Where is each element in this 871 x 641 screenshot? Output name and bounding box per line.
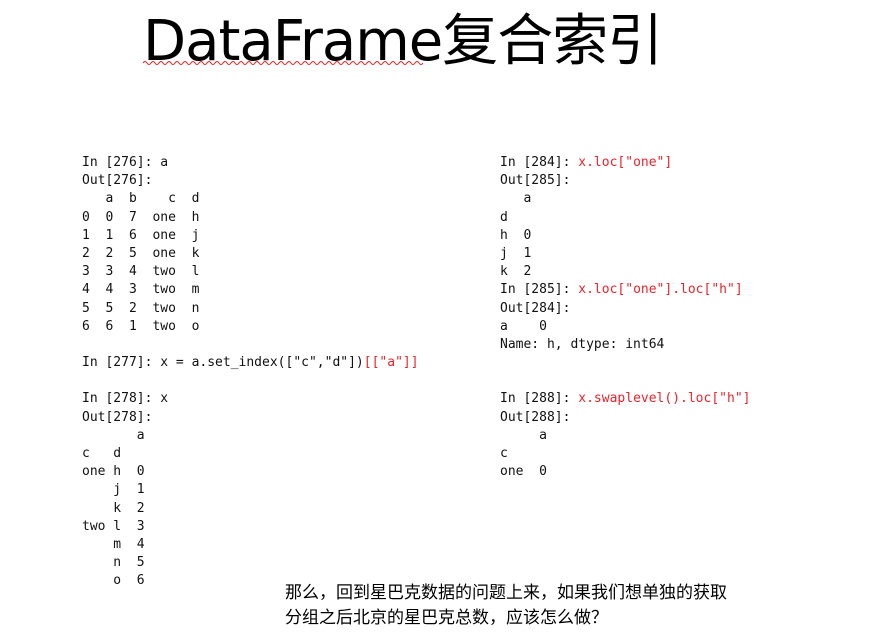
code-line: In [277]: x = a.set_index(["c","d"])[["a… bbox=[82, 354, 419, 372]
code-text: 3 3 4 two l bbox=[82, 264, 200, 280]
code-text: Name: h, dtype: int64 bbox=[500, 336, 665, 352]
code-text: k 2 bbox=[82, 500, 145, 516]
code-line: 2 2 5 one k bbox=[82, 245, 419, 263]
code-line: m 4 bbox=[82, 536, 419, 554]
code-line: a bbox=[500, 427, 750, 445]
code-line: Out[288]: bbox=[500, 409, 750, 427]
code-text: o 6 bbox=[82, 573, 145, 589]
code-line: one 0 bbox=[500, 463, 750, 481]
code-text: 0 0 7 one h bbox=[82, 209, 200, 225]
left-code-block: In [276]: a Out[276]: a b c d 0 0 7 one h 1… bbox=[82, 154, 419, 591]
code-line: 4 4 3 two m bbox=[82, 281, 419, 299]
code-line: h 0 bbox=[500, 227, 750, 245]
code-text: a b c d bbox=[82, 191, 200, 207]
code-line: k 2 bbox=[82, 500, 419, 518]
slide-title: DataFrame复合索引 bbox=[143, 9, 663, 74]
code-line: c d bbox=[82, 445, 419, 463]
code-text: In [277]: x = a.set_index(["c","d"]) bbox=[82, 355, 364, 371]
code-text: k 2 bbox=[500, 264, 532, 280]
code-line: Out[276]: bbox=[82, 172, 419, 190]
code-text: Out[278]: bbox=[82, 409, 153, 425]
code-line: Out[284]: bbox=[500, 300, 750, 318]
code-text: j 1 bbox=[500, 245, 532, 261]
code-text: m 4 bbox=[82, 536, 145, 552]
code-text: Out[276]: bbox=[82, 173, 153, 189]
code-line: In [276]: a bbox=[82, 154, 419, 172]
code-line: one h 0 bbox=[82, 463, 419, 481]
code-text: a bbox=[500, 427, 547, 443]
code-line: c bbox=[500, 445, 750, 463]
code-text: In [278]: x bbox=[82, 391, 169, 407]
caption-line-2: 分组之后北京的星巴克总数，应该怎么做？ bbox=[285, 608, 608, 628]
code-text: In [285]: bbox=[500, 282, 579, 298]
code-text: 6 6 1 two o bbox=[82, 318, 200, 334]
code-line: j 1 bbox=[82, 481, 419, 499]
code-line: 5 5 2 two n bbox=[82, 300, 419, 318]
code-highlight: x.swaplevel().loc["h"] bbox=[578, 391, 751, 407]
spellcheck-underline bbox=[143, 61, 423, 65]
code-highlight: x.loc["one"] bbox=[578, 155, 673, 170]
code-text: two l 3 bbox=[82, 518, 145, 534]
code-line: In [288]: x.swaplevel().loc["h"] bbox=[500, 390, 750, 408]
code-text: one h 0 bbox=[82, 464, 145, 480]
code-text: In [284]: bbox=[500, 155, 579, 170]
code-text: c d bbox=[82, 446, 122, 461]
code-text: Out[288]: bbox=[500, 409, 571, 425]
code-text: d bbox=[500, 209, 508, 225]
code-text: Out[284]: bbox=[500, 300, 571, 316]
code-text: a bbox=[500, 191, 532, 207]
code-line: a 0 bbox=[500, 318, 750, 336]
code-line: a bbox=[500, 190, 750, 208]
code-line: 6 6 1 two o bbox=[82, 318, 419, 336]
code-line: 1 1 6 one j bbox=[82, 227, 419, 245]
code-line: d bbox=[500, 209, 750, 227]
code-line: j 1 bbox=[500, 245, 750, 263]
code-text: a 0 bbox=[500, 318, 547, 334]
code-text: In [276]: a bbox=[82, 155, 169, 170]
code-text: 1 1 6 one j bbox=[82, 227, 200, 243]
slide-caption: 那么，回到星巴克数据的问题上来，如果我们想单独的获取 分组之后北京的星巴克总数，… bbox=[285, 581, 727, 631]
code-text: a bbox=[82, 427, 145, 443]
code-line: In [278]: x bbox=[82, 390, 419, 408]
code-line: 3 3 4 two l bbox=[82, 263, 419, 281]
code-text: 4 4 3 two m bbox=[82, 282, 200, 298]
code-line: two l 3 bbox=[82, 518, 419, 536]
code-text: n 5 bbox=[82, 555, 145, 571]
code-line: 0 0 7 one h bbox=[82, 209, 419, 227]
code-highlight: x.loc["one"].loc["h"] bbox=[578, 282, 743, 298]
code-text: In [288]: bbox=[500, 391, 579, 407]
caption-line-1: 那么，回到星巴克数据的问题上来，如果我们想单独的获取 bbox=[285, 583, 727, 603]
code-text: c bbox=[500, 446, 508, 461]
right-code-block: In [284]: x.loc["one"] Out[285]: adh 0j 1… bbox=[500, 154, 750, 481]
code-highlight: [["a"]] bbox=[363, 355, 419, 371]
code-text: 5 5 2 two n bbox=[82, 300, 200, 316]
code-text: h 0 bbox=[500, 227, 532, 243]
code-line: k 2 bbox=[500, 263, 750, 281]
code-line: In [284]: x.loc["one"] bbox=[500, 154, 750, 172]
code-line: a bbox=[82, 427, 419, 445]
code-text: one 0 bbox=[500, 464, 547, 480]
code-line: In [285]: x.loc["one"].loc["h"] bbox=[500, 281, 750, 299]
code-line: Out[285]: bbox=[500, 172, 750, 190]
code-text: j 1 bbox=[82, 482, 145, 498]
code-text: Out[285]: bbox=[500, 173, 571, 189]
code-line: a b c d bbox=[82, 190, 419, 208]
code-text: 2 2 5 one k bbox=[82, 245, 200, 261]
code-line: n 5 bbox=[82, 554, 419, 572]
code-line: Name: h, dtype: int64 bbox=[500, 336, 750, 354]
code-line: Out[278]: bbox=[82, 409, 419, 427]
